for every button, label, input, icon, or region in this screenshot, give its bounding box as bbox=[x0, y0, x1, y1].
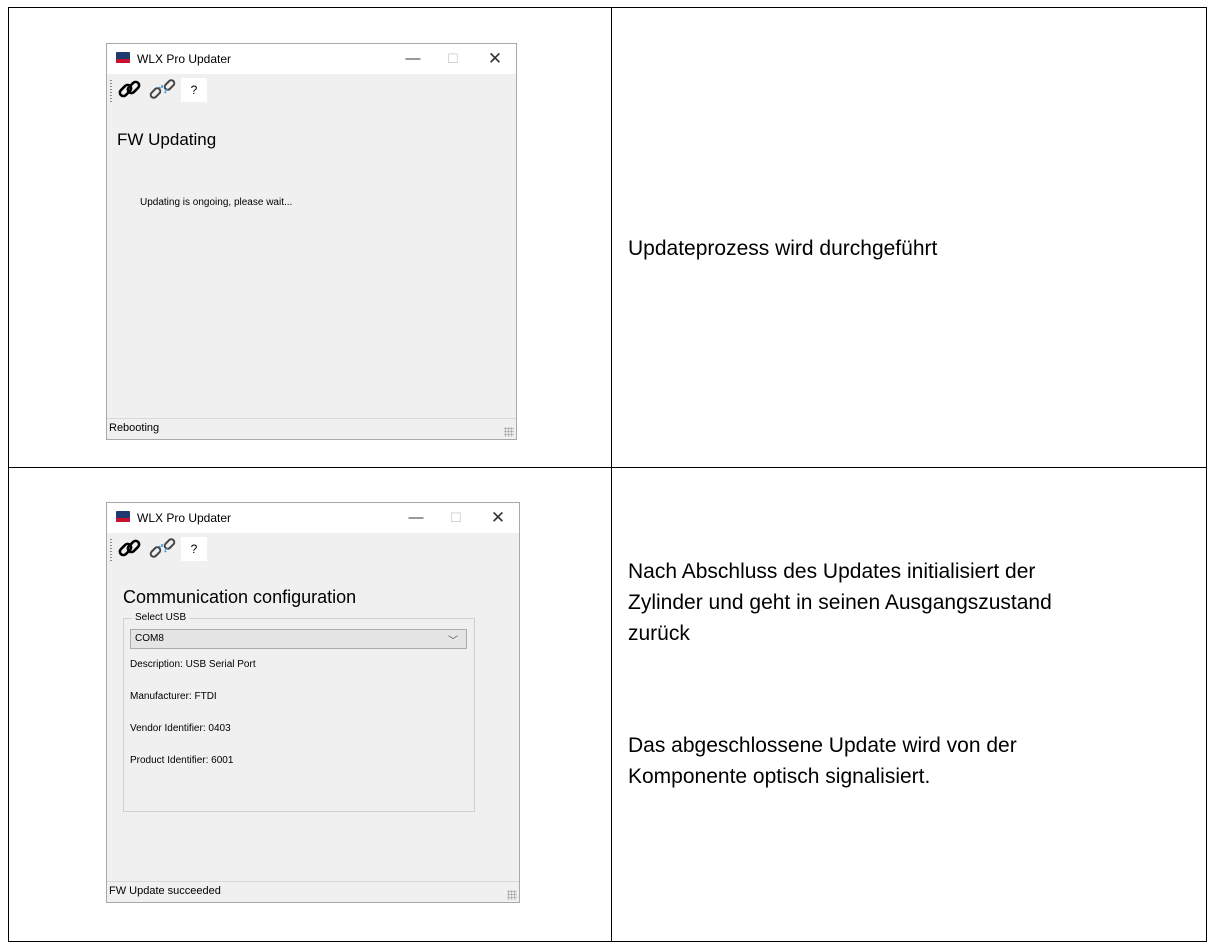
group-label: Select USB bbox=[132, 612, 190, 623]
caption-line: zurück bbox=[628, 622, 690, 645]
minimize-button[interactable]: — bbox=[396, 48, 430, 70]
app-logo-icon bbox=[116, 52, 130, 63]
table-row: WLX Pro Updater — ☐ ✕ bbox=[8, 467, 1207, 942]
connect-button[interactable] bbox=[116, 537, 144, 561]
maximize-button[interactable]: ☐ bbox=[439, 507, 473, 529]
updater-window: WLX Pro Updater — ☐ ✕ bbox=[106, 502, 520, 903]
window-title: WLX Pro Updater bbox=[137, 52, 232, 66]
close-button[interactable]: ✕ bbox=[478, 48, 512, 70]
vendor-id-label: Vendor Identifier: 0403 bbox=[130, 723, 231, 734]
status-text: Rebooting bbox=[109, 422, 160, 434]
toolbar: ? bbox=[107, 533, 519, 565]
help-button[interactable]: ? bbox=[181, 78, 207, 102]
link-icon bbox=[118, 539, 141, 557]
broken-link-icon bbox=[149, 538, 176, 558]
app-logo-icon bbox=[116, 511, 130, 522]
page-heading: Communication configuration bbox=[123, 587, 357, 607]
screenshot-cell: WLX Pro Updater — ☐ ✕ bbox=[8, 7, 612, 468]
broken-link-icon bbox=[149, 79, 176, 99]
status-bar: Rebooting bbox=[107, 418, 516, 439]
updater-window: WLX Pro Updater — ☐ ✕ bbox=[106, 43, 517, 440]
description-cell: Updateprozess wird durchgeführt bbox=[611, 7, 1207, 468]
signal-caption: Das abgeschlossene Update wird von der K… bbox=[628, 730, 1017, 792]
screenshot-cell: WLX Pro Updater — ☐ ✕ bbox=[8, 467, 612, 942]
progress-message: Updating is ongoing, please wait... bbox=[140, 197, 293, 208]
help-button[interactable]: ? bbox=[181, 537, 207, 561]
close-button[interactable]: ✕ bbox=[481, 507, 515, 529]
size-grip-icon[interactable] bbox=[507, 890, 517, 900]
table-row: WLX Pro Updater — ☐ ✕ bbox=[8, 7, 1207, 468]
title-bar[interactable]: WLX Pro Updater — ☐ ✕ bbox=[107, 44, 516, 74]
usb-groupbox: Select USB COM8 ﹀ Description: USB Seria… bbox=[123, 612, 475, 812]
window-title: WLX Pro Updater bbox=[137, 511, 232, 525]
disconnect-button[interactable] bbox=[148, 537, 178, 561]
status-bar: FW Update succeeded bbox=[107, 881, 519, 902]
selected-port: COM8 bbox=[135, 633, 164, 644]
manufacturer-label: Manufacturer: FTDI bbox=[130, 691, 217, 702]
completion-caption: Nach Abschluss des Updates initialisiert… bbox=[628, 556, 1052, 649]
caption-line: Zylinder und geht in seinen Ausgangszust… bbox=[628, 591, 1052, 614]
toolbar: ? bbox=[107, 74, 516, 106]
chevron-down-icon: ﹀ bbox=[448, 636, 458, 647]
maximize-button[interactable]: ☐ bbox=[436, 48, 470, 70]
size-grip-icon[interactable] bbox=[504, 427, 514, 437]
toolbar-grip[interactable] bbox=[110, 539, 112, 561]
description-label: Description: USB Serial Port bbox=[130, 659, 256, 670]
disconnect-button[interactable] bbox=[148, 78, 178, 102]
title-bar[interactable]: WLX Pro Updater — ☐ ✕ bbox=[107, 503, 519, 533]
minimize-button[interactable]: — bbox=[399, 507, 433, 529]
connect-button[interactable] bbox=[116, 78, 144, 102]
description-cell: Nach Abschluss des Updates initialisiert… bbox=[611, 467, 1207, 942]
link-icon bbox=[118, 80, 141, 98]
caption-line: Nach Abschluss des Updates initialisiert… bbox=[628, 560, 1036, 583]
step-caption: Updateprozess wird durchgeführt bbox=[628, 237, 938, 260]
caption-line: Das abgeschlossene Update wird von der bbox=[628, 734, 1017, 757]
page-heading: FW Updating bbox=[117, 130, 217, 149]
status-text: FW Update succeeded bbox=[109, 885, 221, 897]
usb-port-select[interactable]: COM8 ﹀ bbox=[130, 629, 467, 649]
caption-line: Komponente optisch signalisiert. bbox=[628, 765, 931, 788]
toolbar-grip[interactable] bbox=[110, 80, 112, 102]
document-table: WLX Pro Updater — ☐ ✕ ? FW Updating Upda… bbox=[8, 7, 1207, 942]
product-id-label: Product Identifier: 6001 bbox=[130, 755, 234, 766]
